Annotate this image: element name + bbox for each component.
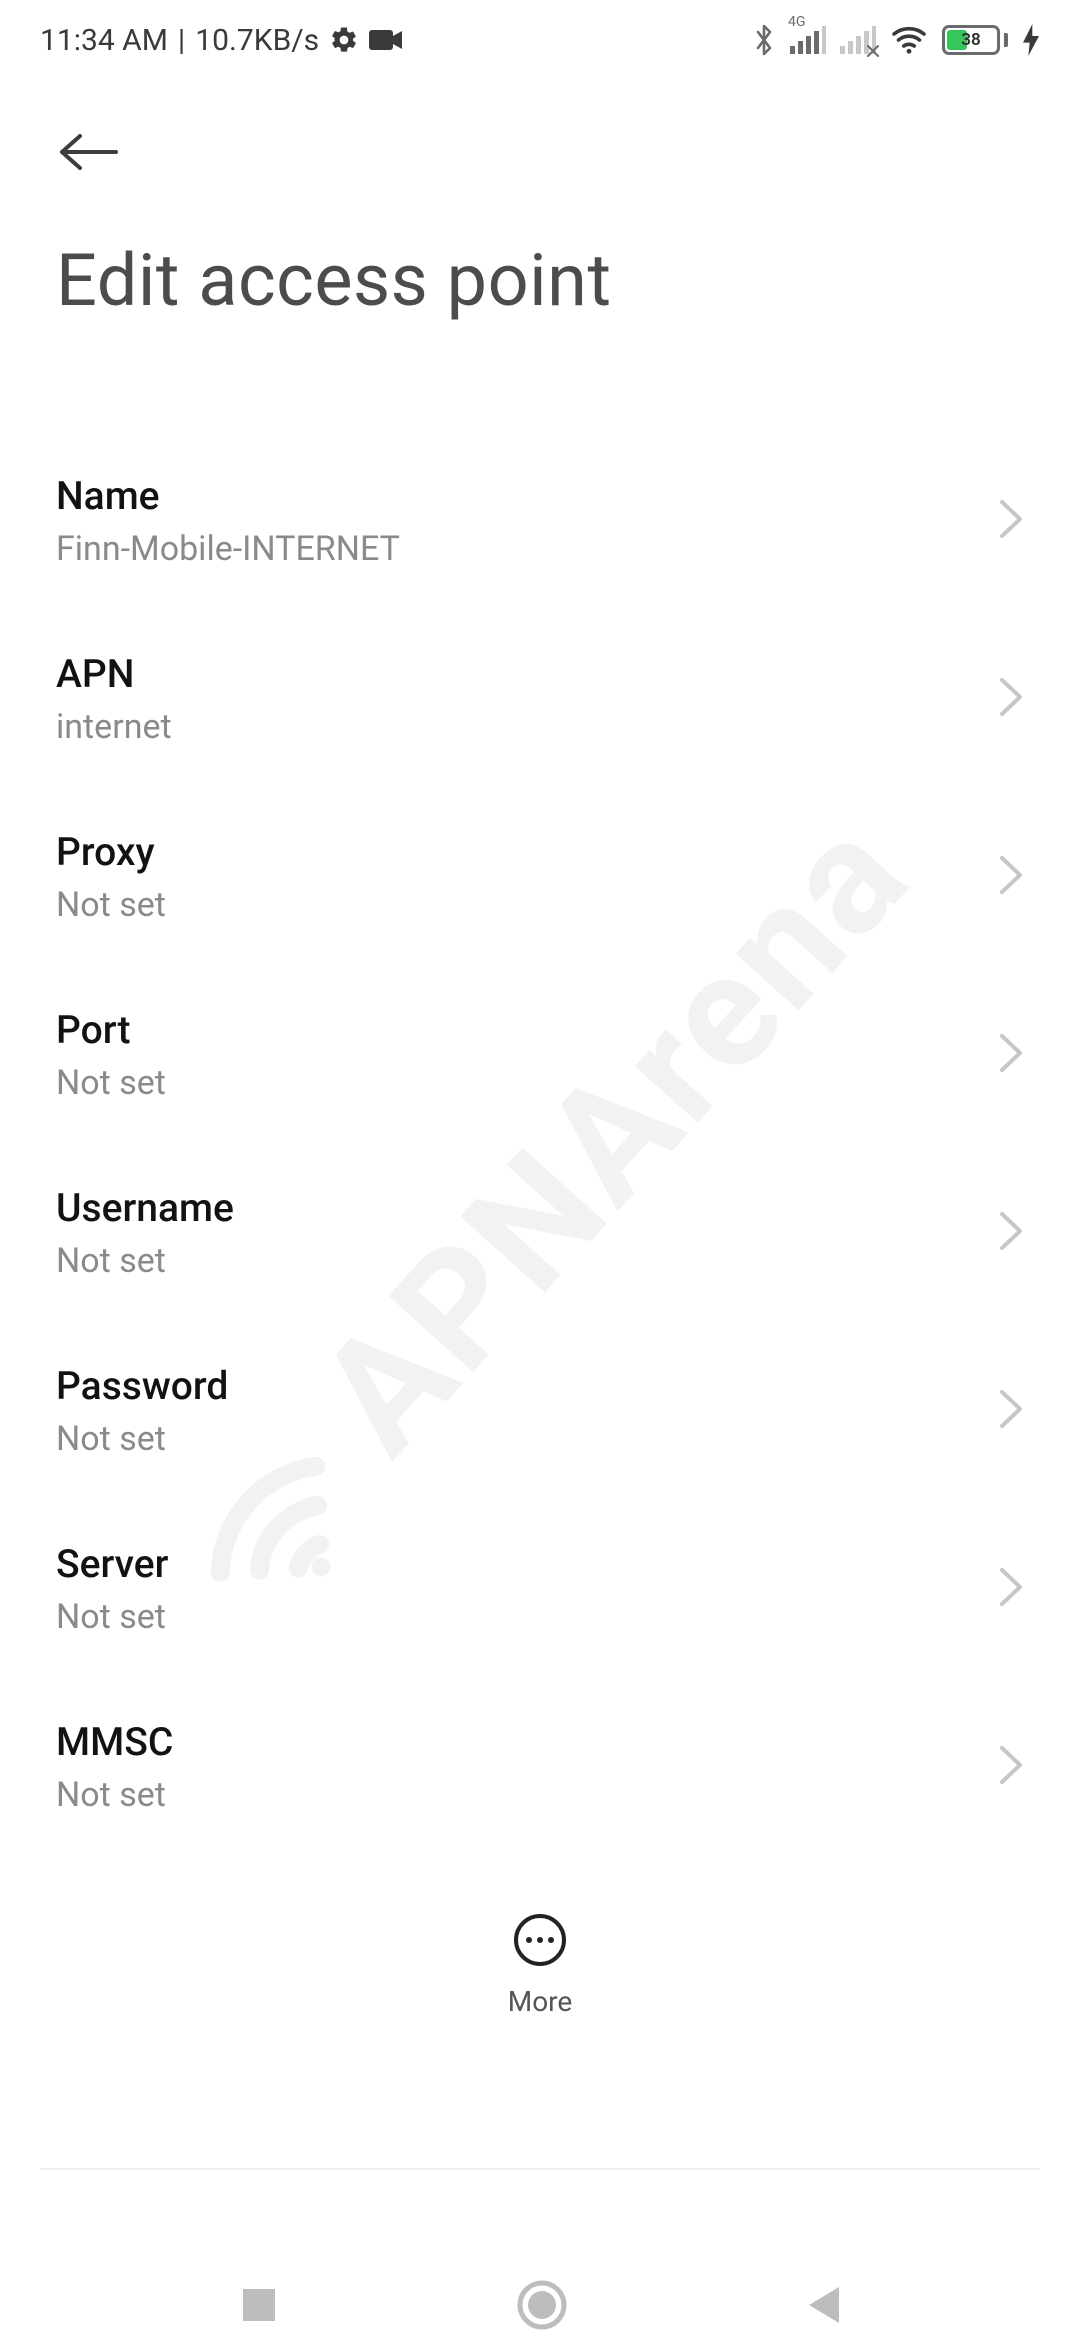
- more-button[interactable]: More: [508, 1913, 573, 2018]
- chevron-right-icon: [998, 1566, 1024, 1612]
- more-icon: [513, 1913, 567, 1971]
- chevron-right-icon: [998, 1388, 1024, 1434]
- field-value: Not set: [56, 1241, 234, 1281]
- field-value: Not set: [56, 1063, 166, 1103]
- field-label: Proxy: [56, 829, 166, 875]
- field-username[interactable]: Username Not set: [0, 1145, 1080, 1323]
- charging-icon: [1022, 24, 1040, 56]
- settings-list: Name Finn-Mobile-INTERNET APN internet P…: [0, 323, 1080, 2035]
- divider: [40, 2168, 1040, 2170]
- field-label: Port: [56, 1007, 166, 1053]
- signal-sim2-icon: [840, 26, 876, 54]
- field-name[interactable]: Name Finn-Mobile-INTERNET: [0, 433, 1080, 611]
- back-button[interactable]: [56, 159, 120, 178]
- field-value: Not set: [56, 885, 166, 925]
- field-apn[interactable]: APN internet: [0, 611, 1080, 789]
- field-mmsc[interactable]: MMSC Not set: [0, 1679, 1080, 1857]
- chevron-right-icon: [998, 676, 1024, 722]
- field-server[interactable]: Server Not set: [0, 1501, 1080, 1679]
- nav-back-button[interactable]: [803, 2283, 843, 2327]
- battery-indicator: 38: [942, 25, 1008, 55]
- chevron-right-icon: [998, 1744, 1024, 1790]
- field-label: Username: [56, 1185, 234, 1231]
- field-label: Password: [56, 1363, 228, 1409]
- status-bar: 11:34 AM | 10.7KB/s 4G 38: [0, 0, 1080, 80]
- more-label: More: [508, 1985, 573, 2018]
- status-time: 11:34 AM: [40, 23, 168, 58]
- field-value: Not set: [56, 1597, 168, 1637]
- field-port[interactable]: Port Not set: [0, 967, 1080, 1145]
- field-label: Name: [56, 473, 400, 519]
- field-label: MMSC: [56, 1719, 173, 1765]
- chevron-right-icon: [998, 854, 1024, 900]
- camera-icon: [369, 28, 403, 52]
- field-label: APN: [56, 651, 172, 697]
- page-title: Edit access point: [0, 178, 1080, 323]
- chevron-right-icon: [998, 1032, 1024, 1078]
- system-nav-bar: [0, 2235, 1080, 2340]
- bluetooth-icon: [752, 23, 776, 57]
- status-net-speed: 10.7KB/s: [195, 23, 319, 58]
- field-proxy[interactable]: Proxy Not set: [0, 789, 1080, 967]
- field-value: Finn-Mobile-INTERNET: [56, 529, 400, 569]
- status-separator: |: [178, 23, 185, 58]
- chevron-right-icon: [998, 498, 1024, 544]
- signal-sim1-icon: 4G: [790, 26, 826, 54]
- field-label: Server: [56, 1541, 168, 1587]
- field-value: Not set: [56, 1419, 228, 1459]
- nav-recents-button[interactable]: [237, 2283, 281, 2327]
- action-bar: More: [0, 1865, 1080, 2065]
- gear-icon: [329, 25, 359, 55]
- wifi-icon: [890, 25, 928, 55]
- field-password[interactable]: Password Not set: [0, 1323, 1080, 1501]
- field-value: Not set: [56, 1775, 173, 1815]
- chevron-right-icon: [998, 1210, 1024, 1256]
- field-value: internet: [56, 707, 172, 747]
- nav-home-button[interactable]: [516, 2279, 568, 2331]
